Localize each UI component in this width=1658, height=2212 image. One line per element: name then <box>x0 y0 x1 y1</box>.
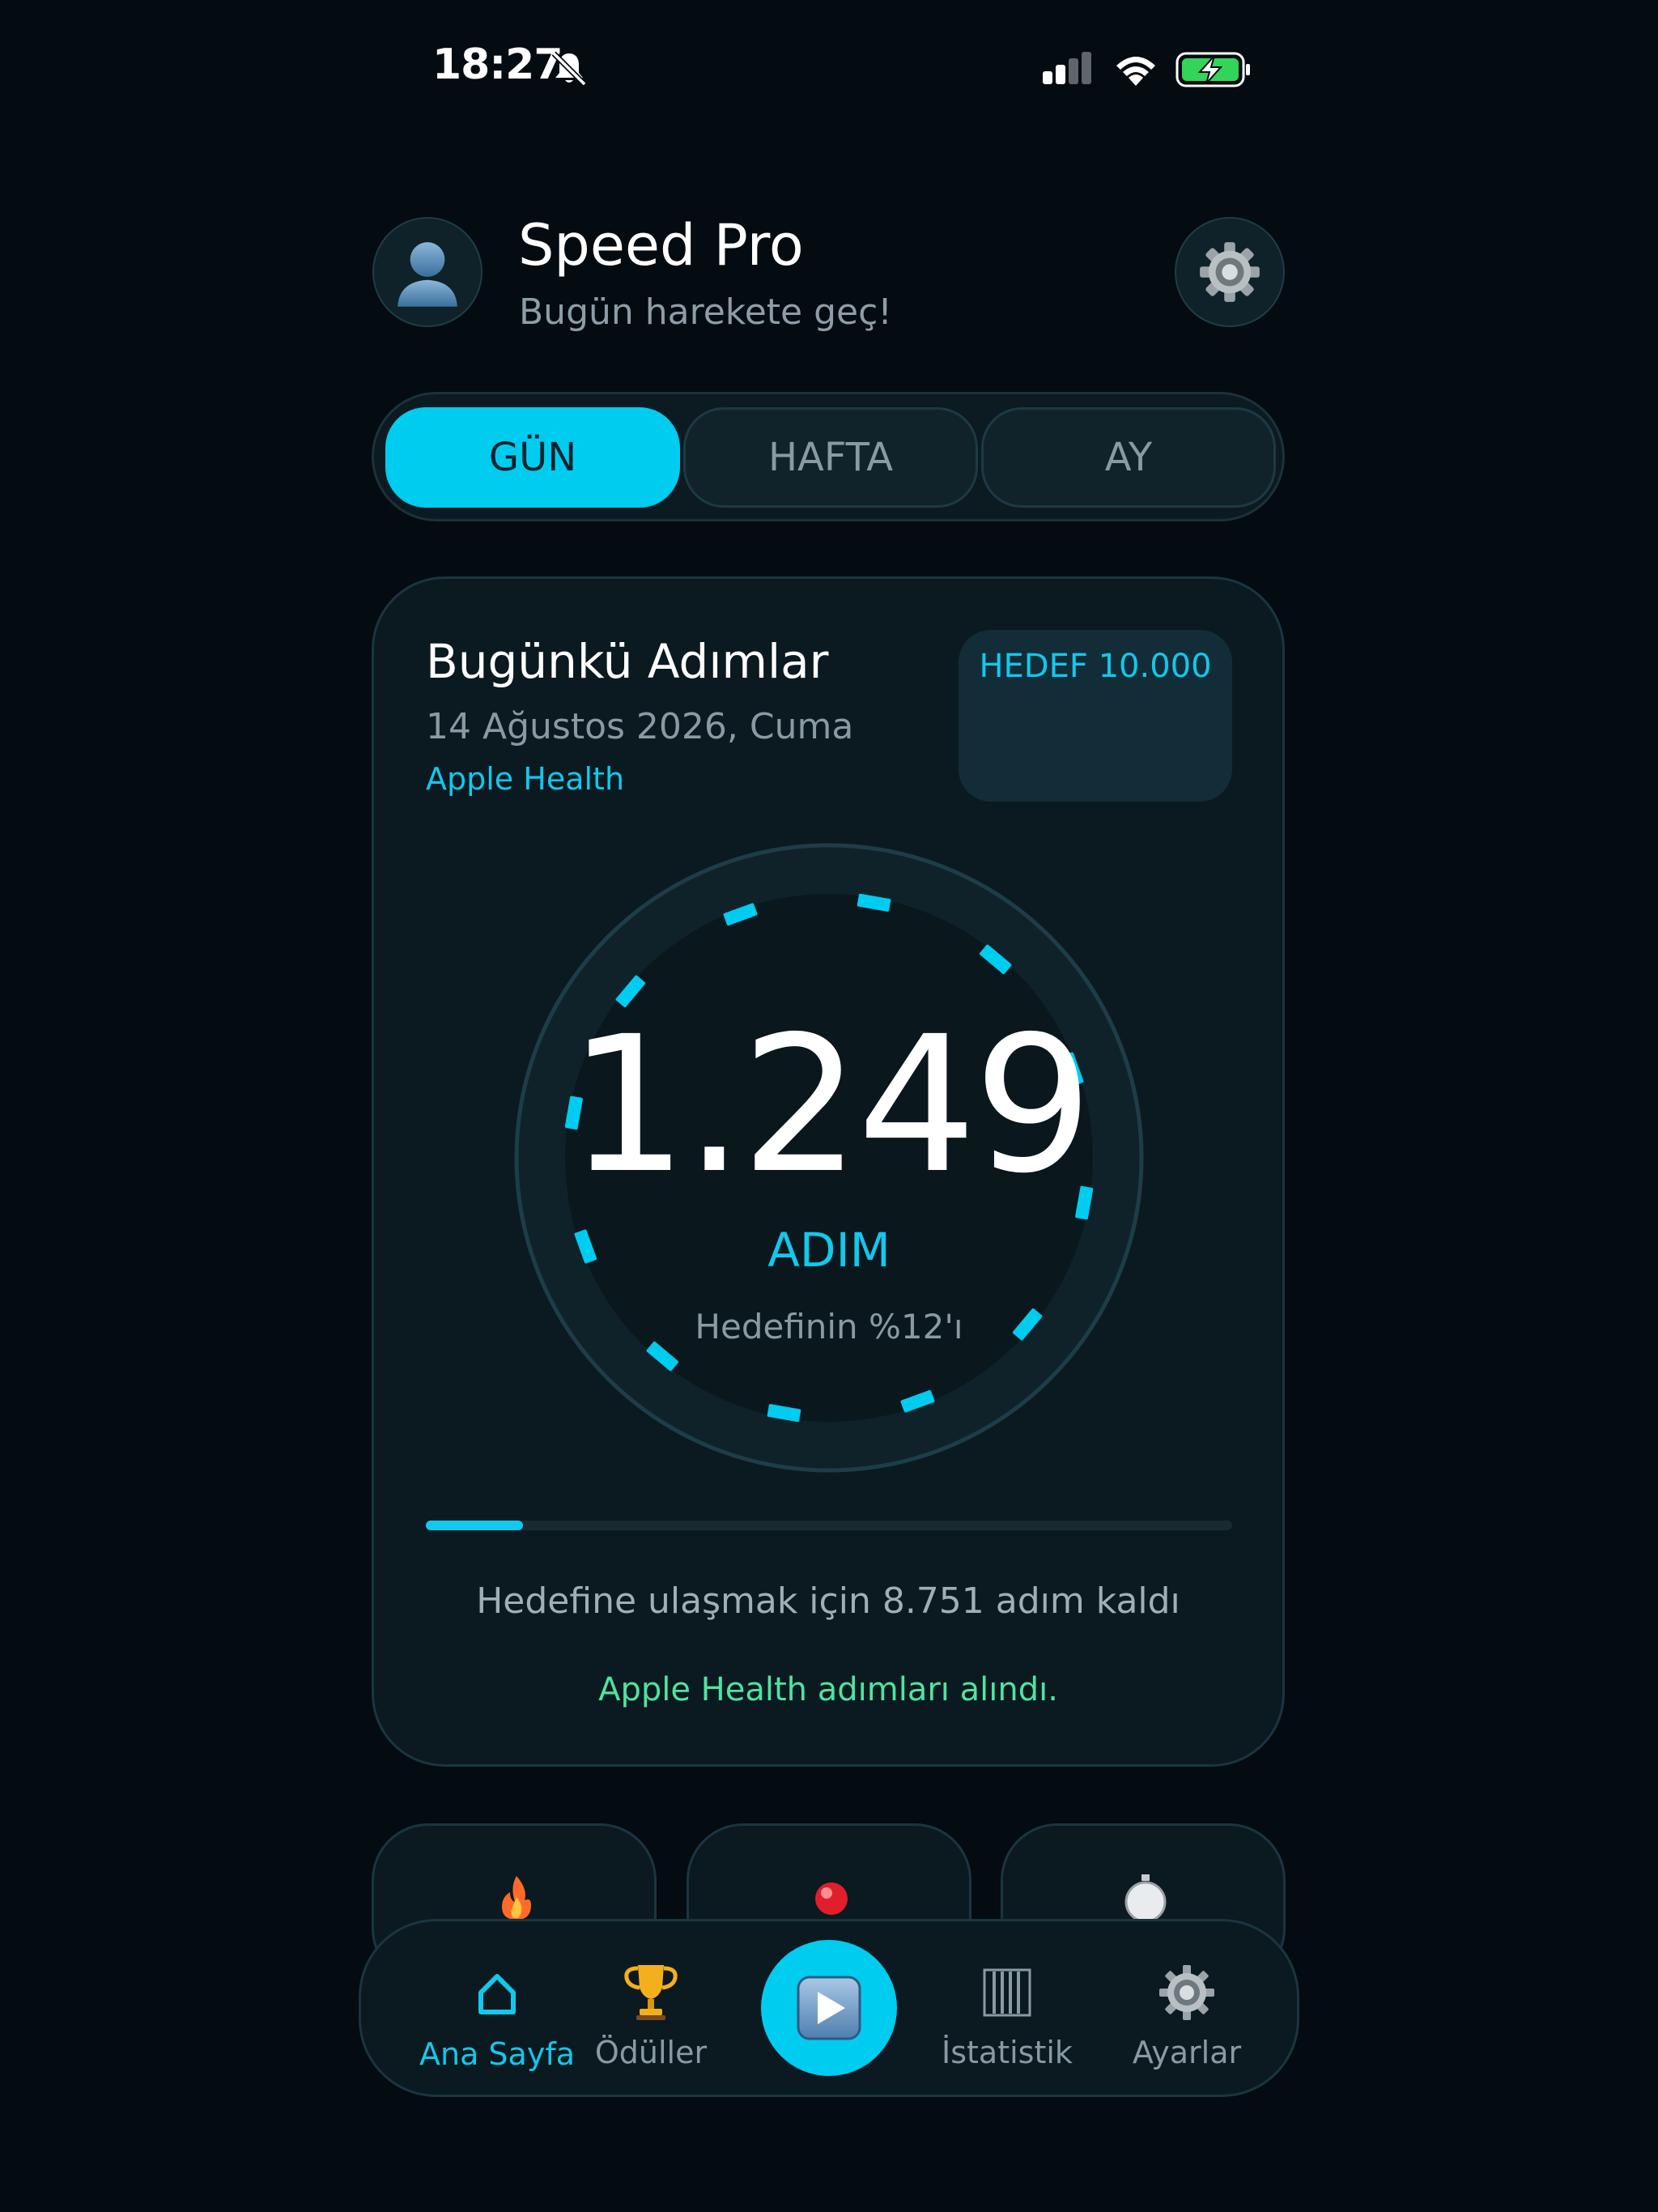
avatar-button[interactable] <box>372 217 483 327</box>
steps-unit: ADIM <box>767 1223 891 1278</box>
bar-chart-icon <box>983 1968 1031 2017</box>
tab-week[interactable]: HAFTA <box>683 407 978 508</box>
tab-settings[interactable]: Ayarlar <box>1098 1921 1276 2099</box>
red-dot-icon <box>815 1882 848 1915</box>
period-segmented-control: GÜN HAFTA AY <box>372 392 1285 521</box>
gear-icon <box>1200 242 1260 302</box>
goal-percent-text: Hedefinin %12'ı <box>695 1307 963 1346</box>
cellular-signal-icon <box>1043 52 1091 84</box>
gear-icon <box>1159 1965 1214 2020</box>
card-title: Bugünkü Adımlar <box>426 634 829 689</box>
tab-rewards[interactable]: Ödüller <box>562 1921 740 2099</box>
goal-progress-bar <box>426 1521 1232 1530</box>
steps-count: 1.249 <box>568 996 1093 1214</box>
wifi-icon <box>1116 57 1155 86</box>
trophy-icon <box>624 1965 678 2020</box>
flame-icon <box>502 1876 531 1920</box>
stopwatch-icon <box>1124 1874 1167 1921</box>
header-settings-button[interactable] <box>1175 217 1285 327</box>
user-avatar-icon <box>397 242 457 307</box>
tab-rewards-label: Ödüller <box>594 2035 708 2070</box>
app-title: Speed Pro <box>518 212 804 279</box>
tab-day[interactable]: GÜN <box>385 407 680 508</box>
tab-home[interactable]: Ana Sayfa <box>408 1921 586 2099</box>
sync-status-text: Apple Health adımları alındı. <box>598 1671 1058 1708</box>
home-icon <box>478 1974 516 2014</box>
tab-statistics-label: İstatistik <box>942 2035 1073 2070</box>
tab-month[interactable]: AY <box>981 407 1276 508</box>
play-icon <box>797 1976 861 2040</box>
start-workout-button[interactable] <box>761 1940 897 2076</box>
card-date: 14 Ağustos 2026, Cuma <box>426 706 854 747</box>
goal-progress-fill <box>426 1521 523 1530</box>
status-time: 18:27 <box>432 40 563 89</box>
app-subtitle: Bugün harekete geç! <box>519 291 892 333</box>
goal-label: HEDEF 10.000 <box>979 648 1212 685</box>
remaining-steps-text: Hedefine ulaşmak için 8.751 adım kaldı <box>476 1580 1180 1622</box>
bell-slash-icon <box>551 51 587 87</box>
health-source-link[interactable]: Apple Health <box>426 761 624 797</box>
tab-statistics[interactable]: İstatistik <box>918 1921 1096 2099</box>
battery-charging-icon <box>1175 52 1250 87</box>
tab-settings-label: Ayarlar <box>1132 2035 1242 2070</box>
